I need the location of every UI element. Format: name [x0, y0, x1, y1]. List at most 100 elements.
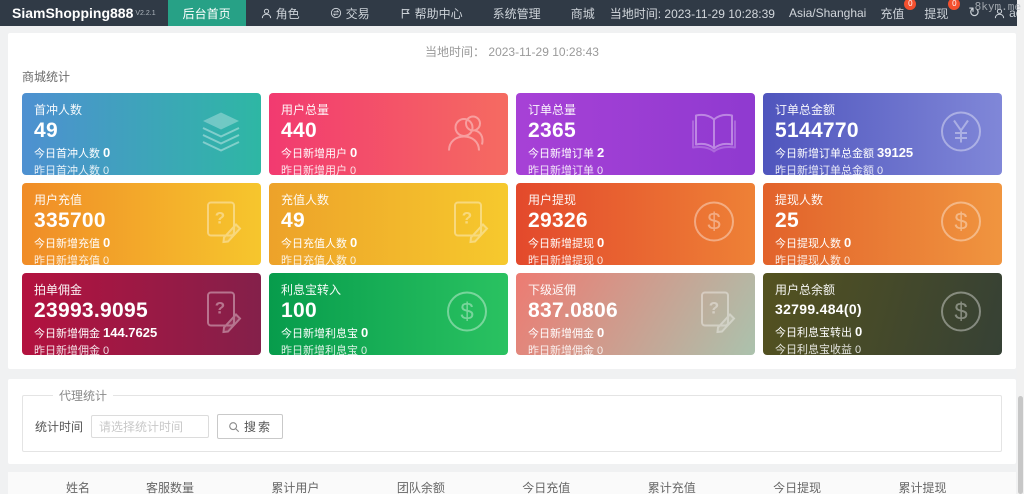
stat-card-6: 充值人数 49 今日充值人数 0 昨日充值人数 0?	[269, 183, 508, 265]
card-sub-label: 今日新增提现	[528, 238, 594, 251]
svg-text:$: $	[707, 209, 720, 236]
card-yesterday-line: 今日利息宝收益 0	[775, 343, 990, 355]
nav-item-label: 角色	[275, 6, 300, 21]
stat-card-10: 利息宝转入 100 今日新增利息宝 0 昨日新增利息宝 0 $	[269, 273, 508, 355]
nav-item-label: 后台首页	[182, 6, 231, 21]
stat-card-4: 订单总金额 5144770 今日新增订单总金额 39125 昨日新增订单总金额 0	[763, 93, 1002, 175]
doc-question-icon: ?	[197, 288, 245, 341]
withdraw-menu[interactable]: 提现 0	[924, 0, 961, 22]
nav-item-label: 商城	[570, 6, 595, 21]
card-yesterday-line: 昨日新增充值 0	[34, 254, 249, 265]
nav-item-3[interactable]: 交易	[315, 0, 385, 26]
stat-card-2: 用户总量 440 今日新增用户 0 昨日新增用户 0	[269, 93, 508, 175]
nav-item-5[interactable]: 系统管理	[478, 0, 556, 26]
person-icon	[261, 8, 272, 19]
card-sub-label: 今日新增利息宝	[281, 328, 358, 341]
card-sub-value: 39125	[877, 145, 914, 161]
card-sub-label: 今日新增佣金	[34, 328, 100, 341]
card-sub-label: 今日利息宝收益	[775, 343, 852, 355]
card-sub-value: 0	[361, 325, 369, 341]
card-sub-value: 0	[844, 255, 851, 265]
nav-item-label: 系统管理	[492, 6, 541, 21]
svg-text:$: $	[954, 299, 967, 326]
yen-circle-icon	[936, 107, 986, 162]
recharge-menu[interactable]: 充值 0	[880, 0, 917, 22]
nav-right: 当地时间: 2023-11-29 10:28:39 Asia/Shanghai …	[610, 0, 1024, 26]
card-sub-label: 昨日提现人数	[775, 255, 841, 265]
nav-item-6[interactable]: 商城	[556, 0, 610, 26]
agent-stats-form: 统计时间 搜索	[35, 414, 989, 439]
table-header-2: 客服数量	[138, 472, 264, 494]
card-sub-label: 今日新增佣金	[528, 328, 594, 341]
card-yesterday-line: 昨日新增佣金 0	[34, 344, 249, 355]
dollar-circle-icon: $	[936, 197, 986, 252]
card-sub-label: 昨日新增用户	[281, 165, 347, 175]
page-content: 当地时间： 2023-11-29 10:28:43 商城统计 首冲人数 49 今日首…	[0, 26, 1024, 494]
card-sub-label: 今日新增订单总金额	[775, 148, 874, 161]
card-yesterday-line: 昨日新增利息宝 0	[281, 344, 496, 355]
card-sub-label: 昨日新增充值	[34, 255, 100, 265]
card-sub-label: 今日提现人数	[775, 238, 841, 251]
card-yesterday-line: 昨日新增佣金 0	[528, 344, 743, 355]
svg-text:?: ?	[462, 209, 472, 228]
page-scrollbar[interactable]	[1017, 0, 1024, 494]
table-header-1: 姓名	[8, 472, 138, 494]
card-sub-value: 144.7625	[103, 325, 158, 341]
table-header-5: 今日充值	[514, 472, 640, 494]
nav-item-1[interactable]: 后台首页	[167, 0, 246, 26]
card-sub-value: 0	[597, 235, 605, 251]
scrollbar-thumb[interactable]	[1018, 396, 1023, 494]
card-sub-value: 0	[350, 165, 357, 175]
table-header-6: 累计充值	[639, 472, 766, 494]
card-sub-value: 0	[103, 145, 111, 161]
stat-card-9: 拍单佣金 23993.9095 今日新增佣金 144.7625 昨日新增佣金 0?	[22, 273, 261, 355]
card-sub-label: 今日新增用户	[281, 148, 347, 161]
card-sub-value: 0	[597, 345, 604, 355]
doc-question-icon: ?	[197, 198, 245, 251]
card-sub-value: 0	[597, 255, 604, 265]
nav-item-4[interactable]: 帮助中心	[385, 0, 478, 26]
card-yesterday-line: 昨日新增订单 0	[528, 164, 743, 175]
stats-grid: 首冲人数 49 今日首冲人数 0 昨日首冲人数 0 用户总量 440 今日新增用户 0 昨日新增用户…	[22, 93, 1002, 355]
stat-card-12: 用户总余额 32799.484(0) 今日利息宝转出 0 今日利息宝收益 0 $	[763, 273, 1002, 355]
flag-icon	[400, 8, 411, 19]
card-yesterday-line: 昨日新增用户 0	[281, 164, 496, 175]
nav-item-label: 帮助中心	[414, 6, 463, 21]
layers-icon	[197, 110, 245, 159]
card-sub-label: 昨日新增利息宝	[281, 345, 358, 355]
card-sub-label: 昨日新增佣金	[34, 345, 100, 355]
site-watermark: 8kym.me	[974, 0, 1021, 13]
svg-text:$: $	[460, 299, 473, 326]
card-sub-label: 今日利息宝转出	[775, 326, 852, 339]
app-logo: SiamShopping888 V2.2.1	[0, 0, 168, 26]
dollar-circle-icon: $	[442, 287, 492, 342]
search-button[interactable]: 搜索	[217, 414, 284, 439]
card-sub-value: 0	[597, 325, 605, 341]
agent-table-panel: 姓名客服数量累计用户团队余额今日充值累计充值今日提现累计提现 scb001000…	[8, 472, 1016, 494]
search-icon	[229, 421, 240, 432]
stat-card-11: 下级返佣 837.0806 今日新增佣金 0 昨日新增佣金 0?	[516, 273, 755, 355]
mall-stats-title: 商城统计	[22, 70, 71, 84]
card-sub-value: 0	[350, 255, 357, 265]
nav-item-2[interactable]: 角色	[246, 0, 315, 26]
card-sub-value: 0	[103, 235, 111, 251]
stat-time-label: 统计时间	[35, 420, 84, 434]
stat-time-input[interactable]	[91, 415, 210, 438]
card-yesterday-line: 昨日提现人数 0	[775, 254, 990, 265]
recharge-badge: 0	[904, 0, 917, 10]
card-sub-label: 昨日新增订单总金额	[775, 165, 874, 175]
app-version: V2.2.1	[135, 9, 156, 17]
svg-text:?: ?	[215, 209, 225, 228]
card-sub-label: 昨日新增订单	[528, 165, 594, 175]
card-yesterday-line: 昨日新增订单总金额 0	[775, 164, 990, 175]
app-logo-text: SiamShopping888	[12, 5, 134, 21]
stat-card-7: 用户提现 29326 今日新增提现 0 昨日新增提现 0 $	[516, 183, 755, 265]
dollar-circle-icon: $	[689, 197, 739, 252]
overview-panel: 当地时间： 2023-11-29 10:28:43 商城统计 首冲人数 49 今日首…	[8, 33, 1016, 369]
stat-card-1: 首冲人数 49 今日首冲人数 0 昨日首冲人数 0	[22, 93, 261, 175]
table-header-3: 累计用户	[263, 472, 389, 494]
card-yesterday-line: 昨日首冲人数 0	[34, 164, 249, 175]
exchange-icon	[330, 7, 342, 19]
withdraw-badge: 0	[948, 0, 961, 10]
users-icon	[442, 109, 492, 160]
